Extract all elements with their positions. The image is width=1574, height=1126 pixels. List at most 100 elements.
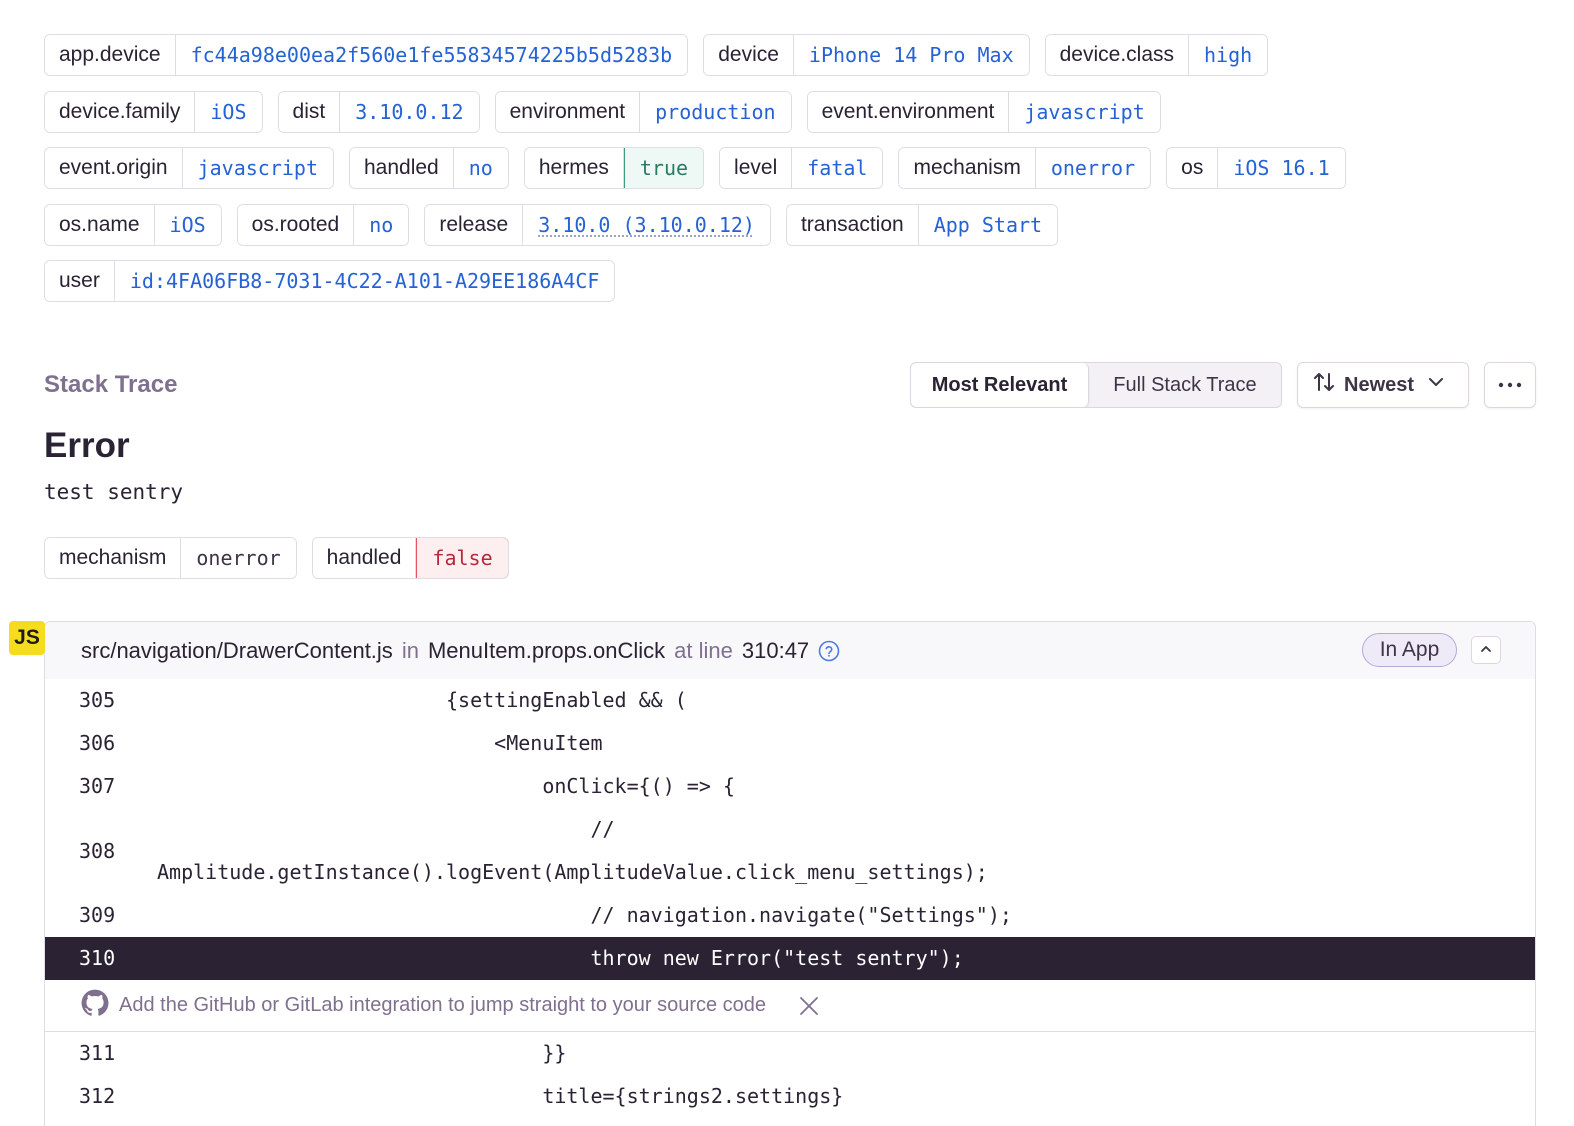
- tag-key: os.name: [45, 204, 155, 245]
- tags-section: app.device fc44a98e00ea2f560e1fe55834574…: [44, 34, 1544, 317]
- tag-os-rooted[interactable]: os.rooted no: [236, 203, 410, 246]
- mechanism-tags: mechanism onerror handled false: [44, 537, 509, 579]
- tag-environment[interactable]: environment production: [494, 90, 792, 133]
- line-code: //: [157, 817, 615, 841]
- tag-value[interactable]: iOS: [154, 204, 221, 245]
- tag-row: device.family iOS dist 3.10.0.12 environ…: [44, 90, 1544, 133]
- line-number: 307: [79, 774, 116, 798]
- tag-value[interactable]: App Start: [918, 204, 1058, 245]
- tag-value[interactable]: onerror: [1035, 148, 1151, 188]
- tag-level[interactable]: level fatal: [719, 147, 884, 189]
- line-number: 308: [79, 839, 116, 863]
- line-code: throw new Error("test sentry");: [157, 946, 964, 970]
- tag-key: mechanism: [899, 148, 1036, 188]
- line-number: 310: [79, 946, 116, 970]
- tag-event-origin[interactable]: event.origin javascript: [44, 147, 334, 189]
- line-number: 305: [79, 688, 116, 712]
- tag-key: event.environment: [807, 91, 1010, 132]
- release-link[interactable]: 3.10.0 (3.10.0.12): [538, 213, 755, 237]
- tag-transaction[interactable]: transaction App Start: [785, 203, 1059, 246]
- tag-hermes[interactable]: hermes true: [523, 147, 705, 189]
- code-line: 309 // navigation.navigate("Settings");: [45, 894, 1535, 937]
- tag-key: device: [704, 35, 794, 75]
- tag-key: user: [45, 261, 115, 301]
- stack-view-toggle: Most Relevant Full Stack Trace: [910, 362, 1282, 408]
- tag-os[interactable]: os iOS 16.1: [1166, 147, 1346, 189]
- tag-value[interactable]: iPhone 14 Pro Max: [793, 35, 1029, 75]
- tag-handled[interactable]: handled no: [349, 147, 509, 189]
- integration-banner-text[interactable]: Add the GitHub or GitLab integration to …: [119, 994, 766, 1017]
- tag-device[interactable]: device iPhone 14 Pro Max: [703, 34, 1030, 76]
- line-number: 312: [79, 1084, 116, 1108]
- tag-user[interactable]: user id:4FA06FB8-7031-4C22-A101-A29EE186…: [44, 260, 616, 302]
- tag-app-device[interactable]: app.device fc44a98e00ea2f560e1fe55834574…: [44, 34, 689, 76]
- tag-release[interactable]: release 3.10.0 (3.10.0.12): [424, 203, 771, 246]
- tag-value[interactable]: iOS 16.1: [1218, 148, 1345, 188]
- stack-frame: src/navigation/DrawerContent.js in MenuI…: [44, 621, 1536, 1126]
- tag-key: os: [1167, 148, 1219, 188]
- more-options-button[interactable]: [1484, 362, 1536, 408]
- in-app-badge: In App: [1362, 633, 1457, 667]
- line-number: 311: [79, 1041, 116, 1065]
- code-line: 312 title={strings2.settings}: [45, 1075, 1535, 1118]
- tag-value[interactable]: no: [453, 148, 508, 188]
- handled-tag[interactable]: handled false: [311, 537, 509, 579]
- tag-value[interactable]: javascript: [182, 148, 333, 188]
- tag-device-class[interactable]: device.class high: [1044, 34, 1269, 76]
- frame-header[interactable]: src/navigation/DrawerContent.js in MenuI…: [45, 622, 1535, 679]
- sort-arrows-icon: [1312, 370, 1336, 400]
- line-code: }}: [157, 1041, 567, 1065]
- stack-trace-title: Stack Trace: [44, 371, 178, 398]
- tag-key: device.family: [45, 91, 196, 132]
- close-icon[interactable]: [798, 995, 820, 1017]
- frame-filename: src/navigation/DrawerContent.js: [81, 637, 393, 663]
- tag-value[interactable]: id:4FA06FB8-7031-4C22-A101-A29EE186A4CF: [114, 261, 615, 301]
- sort-label: Newest: [1344, 373, 1415, 396]
- tag-key: device.class: [1045, 35, 1190, 75]
- tag-value[interactable]: 3.10.0 (3.10.0.12): [523, 204, 770, 245]
- tag-key: event.origin: [45, 148, 183, 188]
- tag-value[interactable]: javascript: [1009, 91, 1160, 132]
- line-code: <MenuItem: [157, 731, 603, 755]
- code-line: 307 onClick={() => {: [45, 765, 1535, 808]
- chevron-down-icon: [1426, 372, 1446, 398]
- ellipsis-icon: [1497, 376, 1523, 394]
- collapse-frame-button[interactable]: [1471, 636, 1501, 664]
- tag-key: app.device: [45, 35, 176, 75]
- frame-function: MenuItem.props.onClick: [427, 637, 666, 663]
- frame-at-line-label: at line: [674, 637, 733, 663]
- frame-location: 310:47: [741, 637, 810, 663]
- chevron-up-icon: [1478, 637, 1494, 663]
- line-code: // navigation.navigate("Settings");: [157, 903, 1012, 927]
- tag-value[interactable]: fatal: [792, 148, 883, 188]
- tag-row: app.device fc44a98e00ea2f560e1fe55834574…: [44, 34, 1544, 76]
- line-code-wrapped: Amplitude.getInstance().logEvent(Amplitu…: [157, 860, 988, 884]
- exception-value: test sentry: [44, 480, 184, 504]
- tag-value[interactable]: production: [640, 91, 791, 132]
- tag-value[interactable]: 3.10.0.12: [340, 91, 479, 132]
- tag-value[interactable]: no: [354, 204, 409, 245]
- tag-value: onerror: [181, 538, 296, 578]
- frame-in-label: in: [401, 637, 419, 663]
- tag-os-name[interactable]: os.name iOS: [44, 203, 222, 246]
- code-line-active: 310 throw new Error("test sentry");: [45, 937, 1535, 980]
- tag-value[interactable]: high: [1189, 35, 1268, 75]
- line-number: 309: [79, 903, 116, 927]
- tag-mechanism[interactable]: mechanism onerror: [898, 147, 1152, 189]
- tag-key: hermes: [524, 148, 624, 188]
- tag-dist[interactable]: dist 3.10.0.12: [277, 90, 480, 133]
- most-relevant-button[interactable]: Most Relevant: [911, 363, 1089, 407]
- help-icon[interactable]: [818, 640, 840, 662]
- tag-value[interactable]: true: [623, 148, 704, 188]
- code-line: 311 }}: [45, 1032, 1535, 1075]
- full-stack-trace-button[interactable]: Full Stack Trace: [1089, 363, 1281, 407]
- tag-value: false: [416, 538, 508, 578]
- tag-value[interactable]: fc44a98e00ea2f560e1fe55834574225b5d5283b: [175, 35, 688, 75]
- tag-device-family[interactable]: device.family iOS: [44, 90, 263, 133]
- tag-row: os.name iOS os.rooted no release 3.10.0 …: [44, 203, 1544, 246]
- tag-value[interactable]: iOS: [195, 91, 262, 132]
- mechanism-tag[interactable]: mechanism onerror: [44, 537, 297, 579]
- sort-dropdown[interactable]: Newest: [1297, 362, 1469, 408]
- tag-event-environment[interactable]: event.environment javascript: [806, 90, 1161, 133]
- tag-row: user id:4FA06FB8-7031-4C22-A101-A29EE186…: [44, 260, 1544, 302]
